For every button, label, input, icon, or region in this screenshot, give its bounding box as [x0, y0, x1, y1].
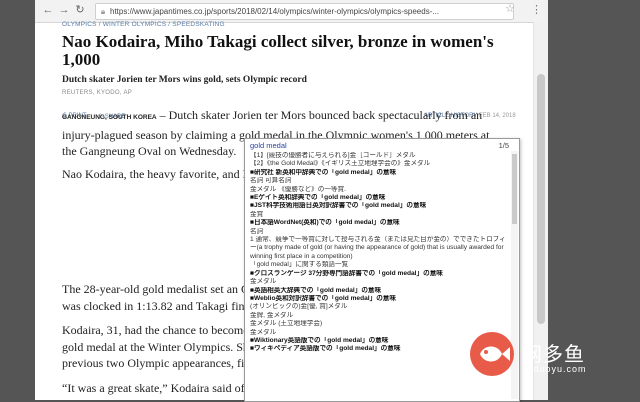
popup-line: 金賞	[250, 210, 264, 218]
bookmark-star-icon[interactable]: ☆	[505, 2, 515, 15]
article-credit: REUTERS, KYODO, AP	[62, 90, 133, 96]
page-scroll-thumb[interactable]	[537, 74, 545, 324]
popup-line[interactable]: ■英語相英大辞典での「gold medal」の意味	[250, 287, 508, 295]
url-text: https://www.japantimes.co.jp/sports/2018…	[110, 7, 440, 16]
popup-scroll-thumb[interactable]	[512, 154, 517, 224]
popup-page-count: 1/5	[498, 141, 509, 150]
popup-line: 金メダル 《優勝など》の一等賞.	[250, 185, 346, 193]
popup-line: (オリンピックの)金[優, 賞]メダル	[250, 303, 348, 311]
popup-line[interactable]: ■クロスランゲージ 37分野専門語辞書での「gold medal」の意味	[250, 270, 508, 278]
fish-logo-icon	[470, 332, 514, 376]
popup-line[interactable]: ■Weblio英和対訳辞書での「gold medal」の意味	[250, 295, 508, 303]
popup-line[interactable]: ■JST科学技術用語日英対訳辞書での「gold medal」の意味	[250, 202, 508, 210]
popup-word: gold medal	[250, 141, 287, 150]
watermark-site: wduoyu.com	[526, 364, 587, 374]
popup-line: 名詞	[250, 227, 264, 235]
article-subhead: Dutch skater Jorien ter Mors wins gold, …	[62, 75, 307, 85]
dateline: GANGNEUNG, SOUTH KOREA	[62, 114, 157, 121]
menu-dots-icon[interactable]: ⋮	[531, 3, 542, 16]
popup-line[interactable]: ■日本語WordNet(英和)での「gold medal」の意味	[250, 219, 508, 227]
popup-line: 【1】[競技の優勝者に与えられる]金［ゴールド］メダル	[250, 152, 416, 159]
forward-arrow-icon[interactable]: →	[57, 3, 71, 17]
address-bar[interactable]: 🔒︎ https://www.japantimes.co.jp/sports/20…	[95, 3, 514, 20]
popup-line: 金メダル (王立地理学会)	[250, 320, 323, 328]
browser-toolbar: ← → ↻ 🔒︎ https://www.japantimes.co.jp/spo…	[35, 0, 548, 23]
popup-line: 【2】《the Gold Medal》《イギリス王立地理学会の》金メダル	[250, 160, 431, 168]
lock-icon: 🔒︎	[100, 7, 106, 16]
back-arrow-icon[interactable]: ←	[41, 3, 55, 17]
article-headline: Nao Kodaira, Miho Takagi collect silver,…	[62, 32, 494, 69]
popup-line: 1 通常、競争で一等賞に対して授与される金（または見た目が金の）でできたトロフィ…	[250, 236, 506, 260]
popup-header: gold medal 1/5	[245, 139, 519, 151]
reload-icon[interactable]: ↻	[73, 3, 87, 17]
breadcrumb[interactable]: OLYMPICS / WINTER OLYMPICS / SPEEDSKATIN…	[62, 21, 522, 28]
popup-line: 「gold medal」に関する類語一覧	[250, 261, 349, 269]
popup-line: 金牌, 金メダル	[250, 311, 294, 319]
popup-line: 名詞 可算名詞	[250, 177, 292, 185]
watermark-title: 网多鱼	[522, 344, 585, 366]
popup-line[interactable]: ■研究社 新英和中辞典での「gold medal」の意味	[250, 169, 508, 177]
p1-line1: – Dutch skater Jorien ter Mors bounced b…	[156, 108, 483, 122]
popup-definitions: 【1】[競技の優勝者に与えられる]金［ゴールド］メダル 【2】《the Gold …	[250, 152, 508, 354]
popup-line[interactable]: ■Eゲイト英和辞典での「gold medal」の意味	[250, 194, 508, 202]
popup-line: 金メダル	[250, 278, 277, 286]
